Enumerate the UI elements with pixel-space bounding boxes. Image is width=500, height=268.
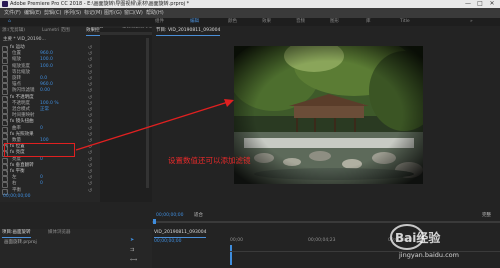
workspace-titles[interactable]: Title: [400, 18, 410, 26]
maximize-button[interactable]: □: [474, 0, 486, 8]
close-button[interactable]: ✕: [486, 0, 498, 8]
timeline-timecode[interactable]: 00;00;00;00: [154, 238, 181, 246]
workspace-audio[interactable]: 音频: [296, 18, 305, 26]
menu-window[interactable]: 窗口(W): [124, 8, 143, 18]
monitor-timecode-bar: 00;00;00;00 适合 完整: [152, 211, 500, 221]
highlight-box: [4, 143, 75, 157]
window-title: Adobe Premiere Pro CC 2018 - E:\画面旋转\导图视…: [10, 1, 190, 7]
watermark-url: jingyan.baidu.com: [398, 251, 459, 259]
menu-file[interactable]: 文件(F): [4, 8, 21, 18]
workspace-effects[interactable]: 效果: [262, 18, 271, 26]
tab-timeline-sequence[interactable]: VID_20190811_093004: [154, 229, 207, 238]
tab-program[interactable]: 节目: VID_20190811_093004: [156, 27, 221, 36]
baidu-jingyan-watermark: Bai经验 jingyan.baidu.com: [390, 224, 459, 259]
more-workspaces-icon[interactable]: »: [470, 18, 473, 26]
workspace-color[interactable]: 颜色: [228, 18, 237, 26]
timecode-row: 00;00;00;00: [0, 193, 100, 201]
ruler-mark-1: 00;00;04;23: [308, 238, 336, 243]
tab-lumetri-scopes[interactable]: Lumetri 范围: [42, 27, 70, 35]
title-bar: Adobe Premiere Pro CC 2018 - E:\画面旋转\导图视…: [0, 0, 500, 8]
tab-source[interactable]: 源:(无剪辑): [2, 27, 25, 35]
premiere-app-icon: [2, 1, 8, 7]
ruler-mark-0: 00;00: [230, 238, 243, 243]
clip-header-label: 主要 * VID_20190...: [3, 37, 46, 42]
project-file-item[interactable]: 画面旋转.prproj: [4, 239, 37, 247]
menu-sequence[interactable]: 序列(S): [64, 8, 81, 18]
effect-timeline-mini: [100, 28, 152, 202]
clip-header: 主要 * VID_20190...: [0, 36, 100, 44]
video-frame: [234, 46, 423, 184]
track-select-icon[interactable]: ⇉: [130, 247, 134, 253]
ripple-edit-icon[interactable]: ⟺: [130, 257, 137, 263]
home-icon[interactable]: ⌂: [8, 18, 11, 26]
menu-graphics[interactable]: 图形(G): [104, 8, 122, 18]
watermark-text: Bai经验: [395, 230, 441, 245]
workspace-assembly[interactable]: 组件: [155, 18, 164, 26]
menu-help[interactable]: 帮助(H): [146, 8, 164, 18]
zoom-select[interactable]: 适合: [194, 211, 203, 221]
menu-clip[interactable]: 剪辑(C): [44, 8, 61, 18]
workspace-libraries[interactable]: 库: [366, 18, 371, 26]
playhead-marker[interactable]: [153, 219, 156, 224]
minimize-button[interactable]: —: [462, 0, 474, 8]
workspace-bar: ⌂ 组件 编辑 颜色 效果 音频 图形 库 Title »: [0, 18, 500, 26]
program-timecode[interactable]: 00;00;00;00: [156, 211, 183, 221]
menu-edit[interactable]: 编辑(E): [24, 8, 41, 18]
workspace-editing[interactable]: 编辑: [190, 18, 199, 26]
project-panel: 项目:画面旋转 媒体浏览器 画面旋转.prproj ➤ ⇉ ⟺: [0, 229, 152, 268]
mini-clip-bar: [100, 32, 152, 35]
workspace-graphics[interactable]: 图形: [330, 18, 339, 26]
program-monitor: 节目: VID_20190811_093004 00;00;00;00 适合 完…: [152, 27, 500, 241]
menu-bar: 文件(F) 编辑(E) 剪辑(C) 序列(S) 标记(M) 图形(G) 窗口(W…: [0, 8, 500, 18]
effect-timecode[interactable]: 00;00;00;00: [3, 193, 30, 201]
vertical-scrollbar[interactable]: [146, 38, 149, 188]
video-scene-image: [234, 46, 423, 184]
quality-select[interactable]: 完整: [482, 211, 491, 221]
tab-project[interactable]: 项目:画面旋转: [2, 229, 31, 238]
selection-tool-icon[interactable]: ➤: [130, 237, 134, 243]
annotation-caption: 设置数值还可以添加滤镜: [168, 156, 251, 165]
timeline-playhead[interactable]: [230, 245, 232, 265]
tab-media-browser[interactable]: 媒体浏览器: [48, 229, 71, 237]
menu-marker[interactable]: 标记(M): [84, 8, 102, 18]
